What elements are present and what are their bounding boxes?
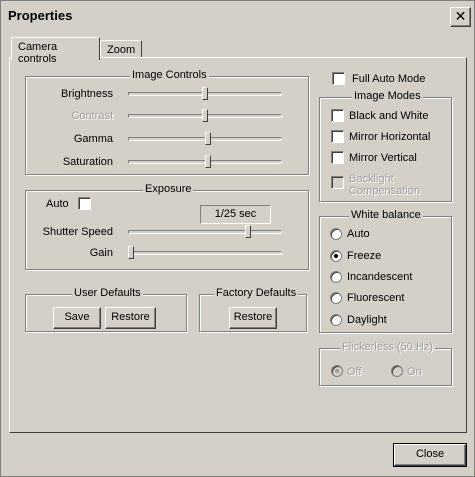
gain-slider[interactable] bbox=[128, 246, 134, 259]
mirror-vertical-checkbox[interactable] bbox=[331, 151, 344, 164]
image-controls-title: Image Controls bbox=[130, 69, 209, 81]
gamma-label: Gamma bbox=[73, 133, 113, 145]
full-auto-mode-label: Full Auto Mode bbox=[352, 73, 426, 85]
factory-defaults-title: Factory Defaults bbox=[214, 287, 299, 299]
wb-fluorescent-label: Fluorescent bbox=[347, 292, 405, 304]
wb-auto-radio[interactable] bbox=[330, 228, 342, 240]
gain-label: Gain bbox=[89, 247, 113, 259]
saturation-slider[interactable] bbox=[204, 155, 211, 168]
tab-zoom-label: Zoom bbox=[107, 44, 136, 56]
user-defaults-restore-button[interactable]: Restore bbox=[105, 307, 156, 329]
backlight-compensation-label-line1: Backlight bbox=[349, 173, 394, 185]
contrast-label: Contrast bbox=[71, 110, 113, 122]
close-icon: ✕ bbox=[454, 8, 467, 24]
tab-camera-controls[interactable]: Camera controls bbox=[11, 37, 100, 65]
saturation-label: Saturation bbox=[62, 156, 113, 168]
shutter-speed-readout: 1/25 sec bbox=[200, 205, 271, 224]
backlight-compensation-checkbox bbox=[331, 176, 344, 189]
black-and-white-label: Black and White bbox=[349, 110, 429, 122]
mirror-horizontal-label: Mirror Horizontal bbox=[349, 131, 431, 143]
brightness-slider[interactable] bbox=[202, 87, 208, 100]
flicker-on-radio bbox=[391, 365, 403, 377]
close-button[interactable]: Close bbox=[393, 443, 467, 467]
image-modes-title: Image Modes bbox=[352, 90, 423, 102]
wb-incandescent-label: Incandescent bbox=[347, 271, 413, 283]
flicker-off-label: Off bbox=[347, 366, 362, 378]
wb-auto-label: Auto bbox=[347, 228, 370, 240]
title-bar: Properties ✕ bbox=[1, 1, 474, 31]
contrast-slider bbox=[202, 109, 208, 122]
flickerless-title: Flickerless (50 Hz) bbox=[340, 341, 436, 353]
gain-track bbox=[128, 251, 282, 255]
flicker-on-label: On bbox=[407, 366, 422, 378]
wb-daylight-label: Daylight bbox=[347, 314, 387, 326]
factory-defaults-restore-button[interactable]: Restore bbox=[229, 307, 277, 329]
user-defaults-title: User Defaults bbox=[72, 287, 143, 299]
tab-camera-controls-label: Camera controls bbox=[18, 41, 58, 65]
shutter-speed-slider[interactable] bbox=[244, 225, 251, 238]
exposure-auto-checkbox[interactable] bbox=[78, 197, 91, 210]
exposure-title: Exposure bbox=[143, 183, 194, 195]
properties-dialog: Properties ✕ Camera controls Zoom Image … bbox=[0, 0, 475, 477]
exposure-auto-label: Auto bbox=[46, 198, 69, 210]
full-auto-mode-checkbox[interactable] bbox=[332, 72, 345, 85]
wb-daylight-radio[interactable] bbox=[330, 314, 342, 326]
user-defaults-save-button[interactable]: Save bbox=[53, 307, 101, 329]
flicker-off-radio bbox=[331, 365, 343, 377]
wb-freeze-label: Freeze bbox=[347, 250, 382, 262]
brightness-label: Brightness bbox=[61, 88, 113, 100]
shutter-speed-label: Shutter Speed bbox=[42, 226, 113, 238]
window-title: Properties bbox=[8, 8, 73, 23]
gamma-slider[interactable] bbox=[204, 132, 211, 145]
wb-fluorescent-radio[interactable] bbox=[330, 292, 342, 304]
wb-incandescent-radio[interactable] bbox=[330, 271, 342, 283]
mirror-horizontal-checkbox[interactable] bbox=[331, 130, 344, 143]
backlight-compensation-label-line2: Compensation bbox=[349, 185, 420, 197]
radio-selected-dot bbox=[335, 369, 339, 373]
radio-selected-dot bbox=[334, 254, 338, 258]
shutter-speed-track bbox=[128, 230, 282, 234]
wb-freeze-radio[interactable] bbox=[330, 250, 342, 262]
black-and-white-checkbox[interactable] bbox=[331, 109, 344, 122]
mirror-vertical-label: Mirror Vertical bbox=[349, 152, 417, 164]
white-balance-title: White balance bbox=[349, 209, 423, 221]
window-close-button[interactable]: ✕ bbox=[450, 7, 471, 27]
